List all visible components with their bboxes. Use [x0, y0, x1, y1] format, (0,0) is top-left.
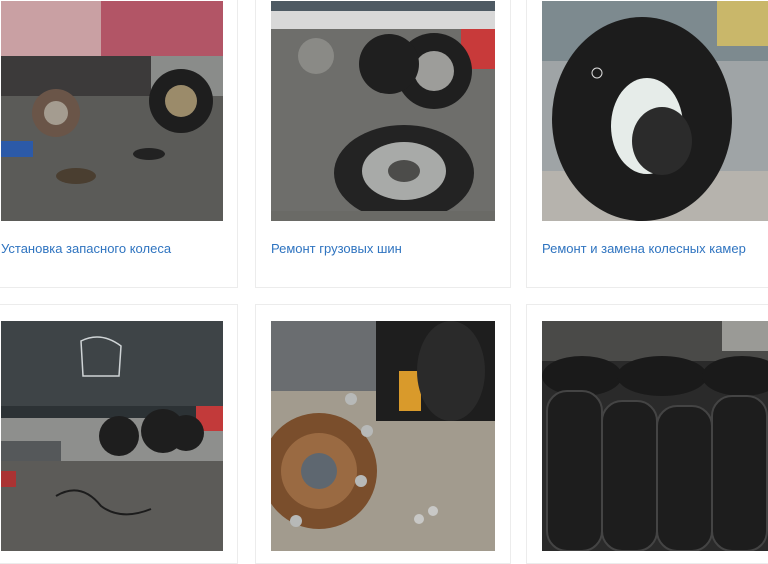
service-title[interactable]: Ремонт и замена колесных камер [542, 241, 746, 256]
truck-wheel-removed-photo[interactable] [1, 1, 223, 221]
service-card[interactable]: Ремонт грузовых шин [255, 0, 511, 288]
service-card[interactable]: Ремонт и замена колесных камер [526, 0, 768, 288]
service-title[interactable]: Ремонт грузовых шин [271, 241, 402, 256]
service-card[interactable] [255, 304, 511, 564]
dump-truck-service-photo[interactable] [1, 321, 223, 551]
large-inner-tube-photo[interactable] [542, 1, 768, 221]
stacked-tires-photo[interactable] [542, 321, 768, 551]
service-card[interactable]: Установка запасного колеса [0, 0, 238, 288]
truck-tire-on-ground-photo[interactable] [271, 1, 495, 221]
service-card[interactable] [526, 304, 768, 564]
service-card[interactable] [0, 304, 238, 564]
wheel-hub-and-tire-photo[interactable] [271, 321, 495, 551]
service-title[interactable]: Установка запасного колеса [1, 241, 171, 256]
